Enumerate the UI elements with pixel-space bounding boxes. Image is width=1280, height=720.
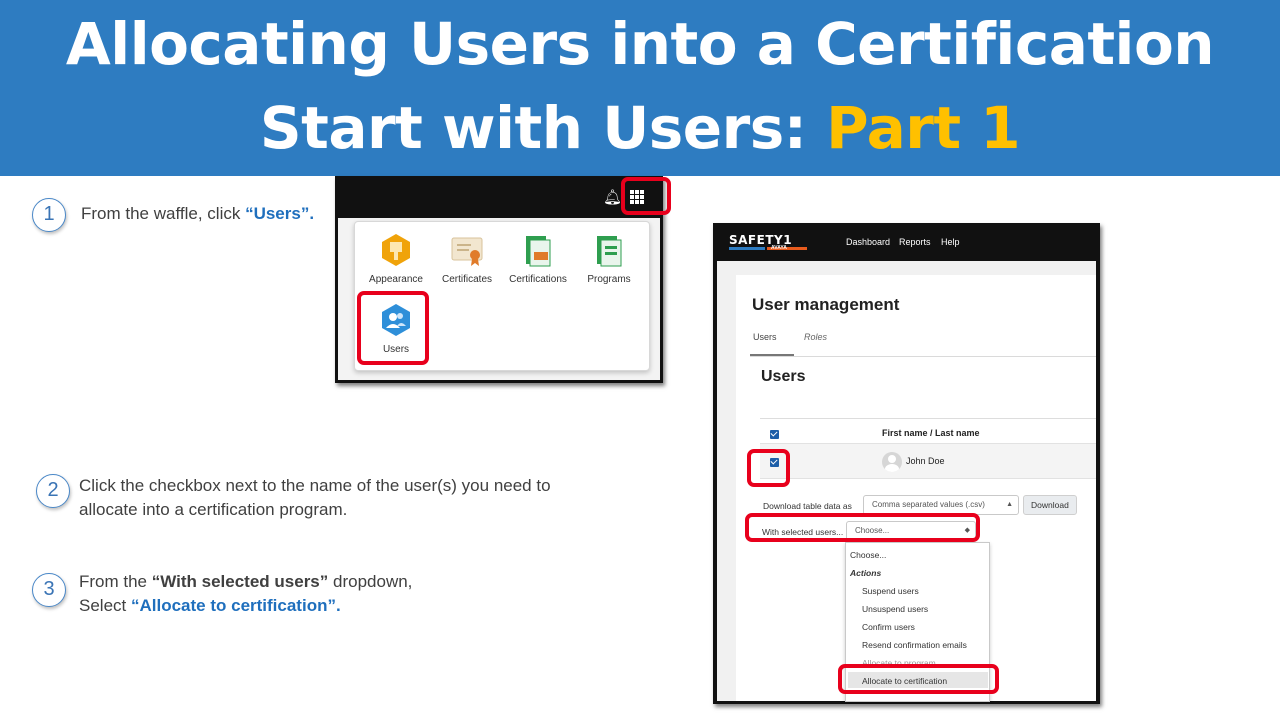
step-3-line-1: From the “With selected users” dropdown,	[79, 570, 412, 594]
option-resend-confirmation[interactable]: Resend confirmation emails	[862, 640, 967, 650]
title-line-2-prefix: Start with Users:	[259, 94, 827, 162]
allocate-certification-highlight-box	[838, 664, 999, 694]
tile-label: Certifications	[509, 274, 567, 285]
step-3-line-1-suffix: dropdown,	[328, 572, 413, 591]
step-1-text: From the waffle, click “Users”.	[81, 202, 314, 226]
option-confirm-users[interactable]: Confirm users	[862, 622, 915, 632]
tile-label: Certificates	[441, 274, 492, 285]
step-3-line-2-prefix: Select	[79, 596, 131, 615]
certifications-icon	[520, 232, 556, 268]
step-3-line-1-prefix: From the	[79, 572, 152, 591]
select-all-checkbox[interactable]	[770, 430, 779, 439]
step-1-number: 1	[32, 198, 66, 232]
users-tile-highlight-box	[357, 291, 429, 365]
option-suspend-users[interactable]: Suspend users	[862, 586, 919, 596]
top-bar: 🔔︎	[335, 176, 663, 218]
tile-appearance[interactable]: Appearance	[361, 232, 431, 285]
programs-icon	[591, 232, 627, 268]
title-line-1: Allocating Users into a Certification	[65, 10, 1215, 78]
section-title: Users	[761, 368, 806, 385]
table-header-divider	[760, 418, 1096, 419]
title-line-2: Start with Users: Part 1	[0, 88, 1280, 168]
download-format-value: Comma separated values (.csv)	[872, 500, 985, 509]
bell-icon[interactable]: 🔔︎	[603, 188, 622, 206]
step-1-highlight: “Users”.	[245, 204, 315, 223]
checkbox-highlight-box	[747, 449, 790, 487]
waffle-highlight-box	[621, 177, 671, 215]
step-3-text: From the “With selected users” dropdown,…	[79, 570, 412, 618]
user-name[interactable]: John Doe	[906, 456, 945, 466]
tile-label: Programs	[587, 274, 631, 285]
download-button[interactable]: Download	[1023, 495, 1077, 515]
download-label: Download table data as	[763, 501, 852, 511]
avaya-logo: AVAYA	[771, 245, 787, 251]
step-3-dropdown-highlight: “With selected users”	[151, 572, 329, 591]
tile-certifications[interactable]: Certifications	[503, 232, 573, 285]
step-3-option-highlight: “Allocate to certification”.	[130, 596, 341, 615]
certificate-icon	[449, 232, 485, 268]
logo-stripe-blue	[729, 247, 765, 250]
step-2-line-2: allocate into a certification program.	[79, 500, 348, 519]
tile-certificates[interactable]: Certificates	[432, 232, 502, 285]
tab-users[interactable]: Users	[753, 332, 777, 342]
tab-roles[interactable]: Roles	[804, 332, 827, 342]
title-part-label: Part 1	[826, 94, 1021, 162]
page-title: User management	[752, 295, 900, 314]
step-2-line-1: Click the checkbox next to the name of t…	[79, 476, 551, 495]
step-2-number: 2	[36, 474, 70, 508]
select-arrow-icon: ▲	[1006, 501, 1013, 508]
step-3-line-2: Select “Allocate to certification”.	[79, 594, 412, 618]
step-1-prefix: From the waffle, click	[81, 204, 246, 223]
appearance-icon	[378, 232, 414, 268]
nav-dashboard[interactable]: Dashboard	[846, 237, 890, 247]
tile-label: Appearance	[369, 274, 423, 285]
option-unsuspend-users[interactable]: Unsuspend users	[862, 604, 928, 614]
nav-help[interactable]: Help	[941, 237, 960, 247]
nav-reports[interactable]: Reports	[899, 237, 931, 247]
avatar	[882, 452, 902, 472]
option-group-actions: Actions	[850, 568, 882, 578]
title-banner: Allocating Users into a Certification St…	[0, 0, 1280, 176]
download-format-select[interactable]: Comma separated values (.csv) ▲	[863, 495, 1019, 515]
step-2-text: Click the checkbox next to the name of t…	[79, 474, 551, 522]
option-choose[interactable]: Choose...	[850, 550, 886, 560]
with-selected-highlight-box	[745, 513, 980, 542]
column-header-name[interactable]: First name / Last name	[882, 428, 980, 438]
step-3-number: 3	[32, 573, 66, 607]
tab-divider	[750, 356, 1096, 357]
tile-programs[interactable]: Programs	[574, 232, 644, 285]
top-nav-bar: SAFETY1 AVAYA Dashboard Reports Help	[713, 223, 1100, 261]
